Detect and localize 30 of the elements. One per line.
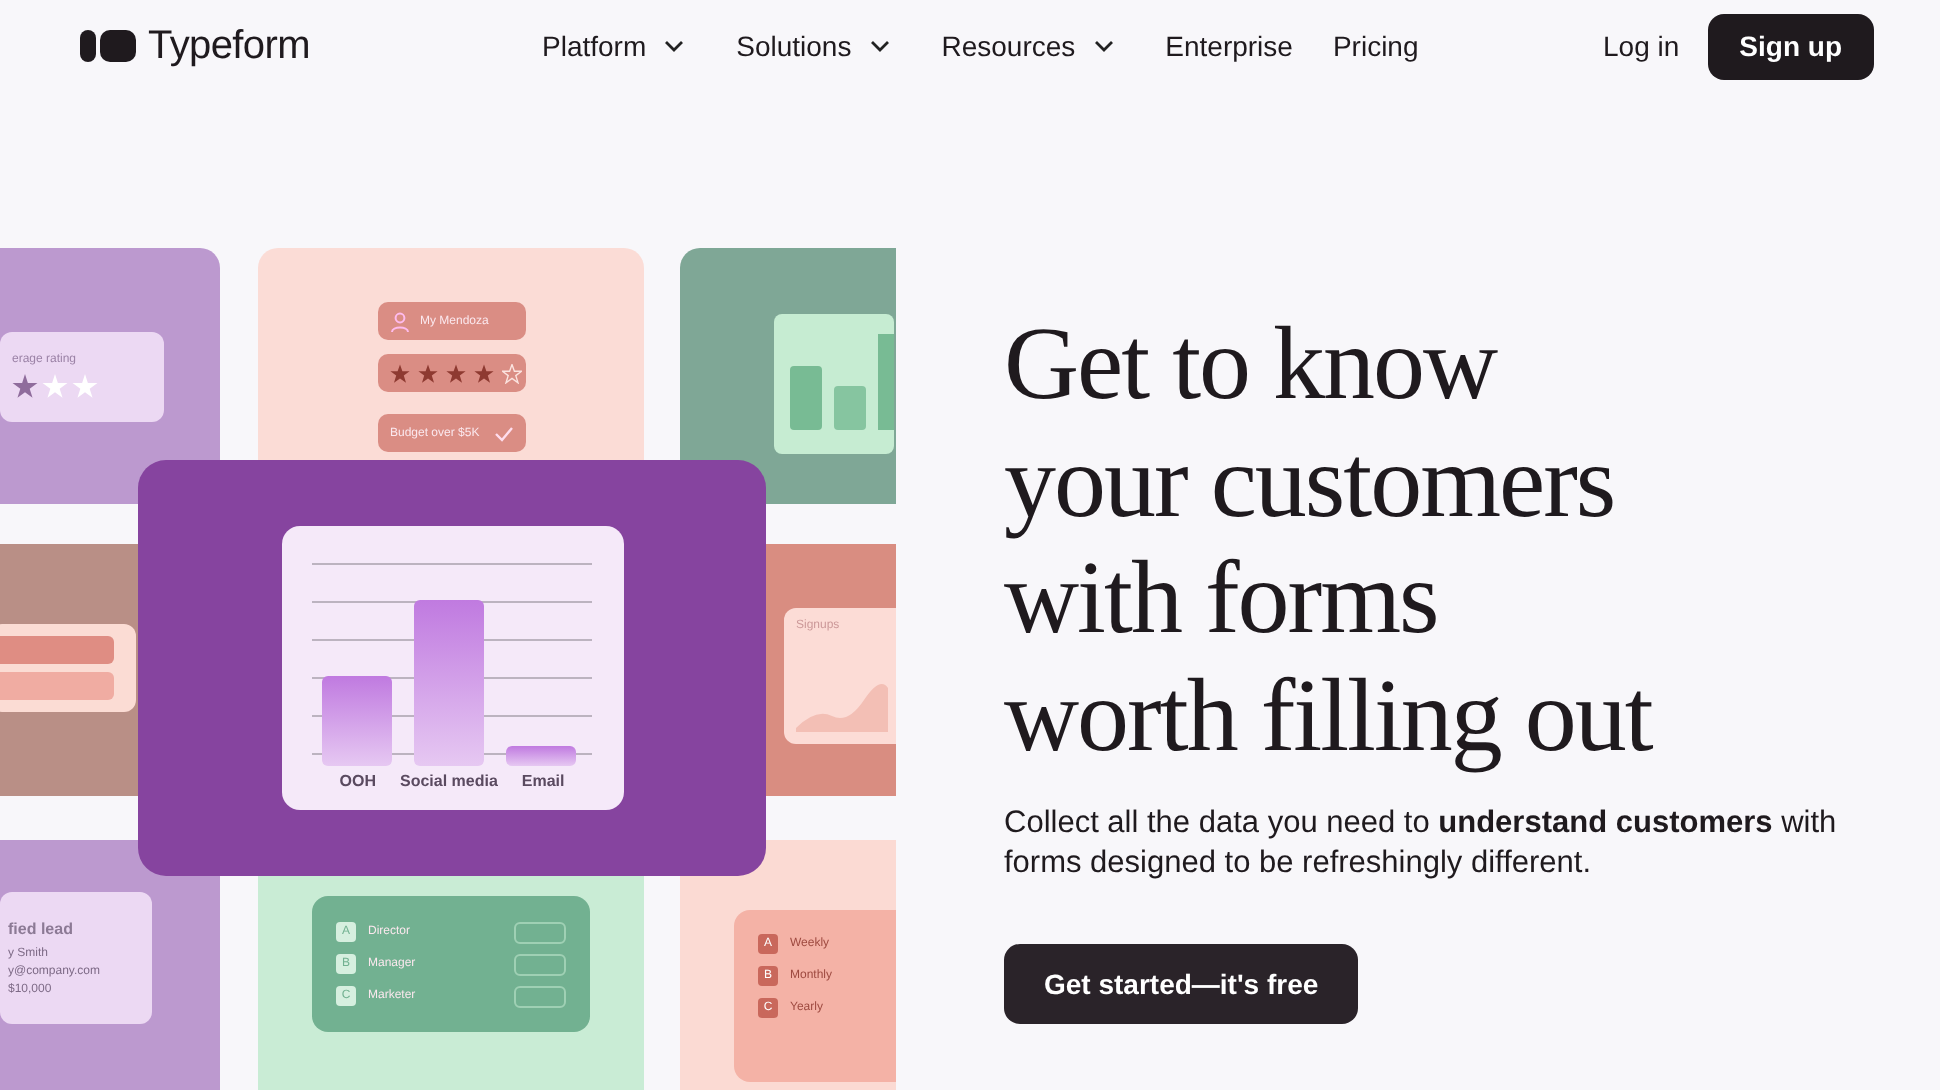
- login-link[interactable]: Log in: [1603, 30, 1680, 62]
- input-field: [514, 921, 566, 943]
- nav-link[interactable]: Platform: [542, 30, 685, 62]
- chevron-down-icon: [664, 40, 685, 52]
- logo-icon: [80, 28, 136, 64]
- input-field: [514, 985, 566, 1007]
- nav-link[interactable]: Pricing: [1332, 30, 1419, 62]
- check-icon: [494, 425, 514, 441]
- chevron-down-icon: [869, 40, 890, 52]
- hero-heading-line: with forms: [1004, 542, 1438, 659]
- nav-link[interactable]: Resources: [941, 30, 1114, 62]
- person-icon: [390, 311, 410, 331]
- nav-link[interactable]: Enterprise: [1165, 30, 1293, 62]
- input-field: [514, 953, 566, 975]
- hero-heading-line: worth filling out: [1004, 659, 1652, 776]
- logo-text[interactable]: Typeform: [148, 23, 310, 69]
- progress-bars-drawing: [0, 624, 136, 712]
- hero-heading-line: Get to know: [1004, 308, 1497, 425]
- hero-subtitle: Collect all the data you need to understand customers with forms designed to be refreshingly different.: [1004, 804, 1839, 884]
- bar-label: Social media: [399, 772, 498, 790]
- chevron-down-icon: [1093, 40, 1114, 52]
- signup-button[interactable]: Sign up: [1707, 13, 1874, 79]
- nav-link[interactable]: Solutions: [736, 30, 890, 62]
- bar-chart-drawing: [774, 314, 894, 454]
- bar-label: Email: [521, 772, 565, 790]
- lead-title: fied lead: [8, 920, 75, 938]
- get-started-button[interactable]: Get started—it's free: [1004, 944, 1359, 1024]
- bar-label: OOH: [339, 772, 376, 790]
- hero-heading-line: your customers: [1004, 425, 1615, 542]
- area-chart-drawing: [796, 680, 888, 732]
